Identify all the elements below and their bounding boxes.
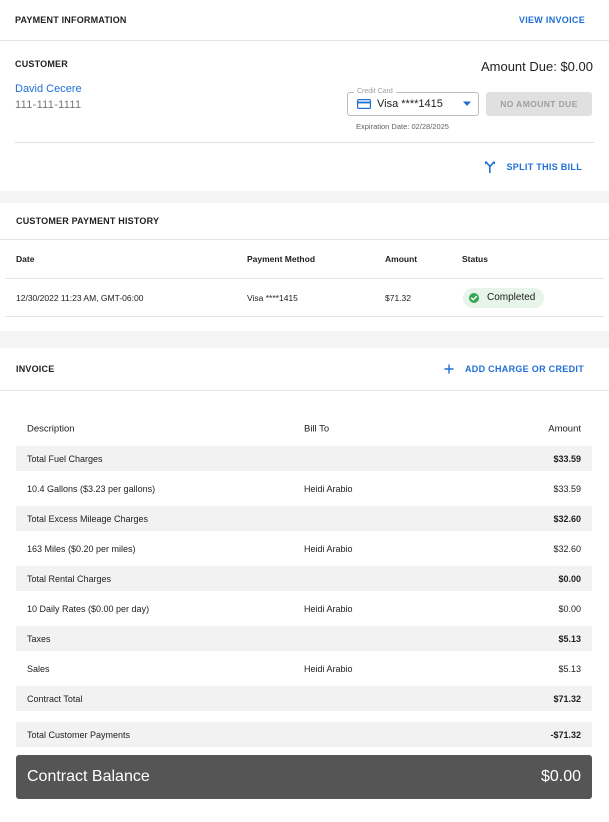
credit-card-value: Visa ****1415 (377, 98, 443, 110)
invoice-table-header: Description Bill To Amount (16, 411, 592, 446)
row-spacer (16, 711, 592, 722)
column-header-amount: Amount (385, 254, 418, 264)
row-description: 163 Miles ($0.20 per miles) (27, 543, 136, 554)
row-description: Sales (27, 663, 50, 674)
table-header-row: Date Payment Method Amount Status (5, 240, 604, 279)
split-bill-button[interactable]: SPLIT THIS BILL (507, 162, 583, 172)
invoice-item-row: Sales Heidi Arabio $5.13 (16, 651, 592, 686)
row-description: 10.4 Gallons ($3.23 per gallons) (27, 483, 156, 494)
expiration-date: Expiration Date: 02/28/2025 (356, 122, 449, 131)
row-amount: -$71.32 (550, 729, 581, 740)
add-charge-label: ADD CHARGE OR CREDIT (464, 364, 584, 374)
view-invoice-link[interactable]: VIEW INVOICE (519, 15, 585, 25)
plus-icon (444, 364, 454, 374)
payment-information-header: PAYMENT INFORMATION VIEW INVOICE (0, 0, 609, 41)
payment-information-title: PAYMENT INFORMATION (15, 15, 127, 25)
row-amount: $32.60 (553, 513, 581, 524)
amount-due: Amount Due: $0.00 (480, 59, 593, 74)
row-description: 10 Daily Rates ($0.00 per day) (27, 603, 150, 614)
row-amount: $5.13 (558, 663, 581, 674)
row-description: Total Fuel Charges (27, 453, 103, 464)
check-circle-icon (469, 292, 479, 303)
payment-date: 12/30/2022 11:23 AM, GMT-06:00 (16, 292, 144, 303)
invoice-card: INVOICE ADD CHARGE OR CREDIT Description… (0, 348, 609, 822)
divider (15, 142, 594, 143)
contract-balance-label: Contract Balance (27, 768, 150, 785)
invoice-group-row: Total Fuel Charges $33.59 (16, 446, 592, 471)
caret-down-icon (462, 101, 472, 107)
customer-section: CUSTOMER David Cecere 111-111-1111 Amoun… (0, 41, 609, 143)
invoice-item-row: 163 Miles ($0.20 per miles) Heidi Arabio… (16, 531, 592, 566)
invoice-group-row: Total Rental Charges $0.00 (16, 566, 592, 591)
column-header-amount: Amount (548, 423, 581, 434)
row-amount: $33.59 (553, 453, 581, 464)
column-header-payment-method: Payment Method (247, 254, 316, 264)
invoice-item-row: 10 Daily Rates ($0.00 per day) Heidi Ara… (16, 591, 592, 626)
row-bill-to: Heidi Arabio (304, 543, 353, 554)
payment-history-card: CUSTOMER PAYMENT HISTORY Date Payment Me… (0, 203, 609, 331)
invoice-title: INVOICE (16, 364, 55, 374)
split-icon (484, 161, 496, 173)
credit-card-label: Credit Card (354, 87, 396, 97)
invoice-item-row: 10.4 Gallons ($3.23 per gallons) Heidi A… (16, 471, 592, 506)
customer-payments-row: Total Customer Payments -$71.32 (16, 722, 592, 747)
column-header-status: Status (462, 254, 488, 264)
row-amount: $0.00 (558, 603, 581, 614)
row-amount: $33.59 (553, 483, 581, 494)
payment-method: Visa ****1415 (247, 292, 298, 303)
row-bill-to: Heidi Arabio (304, 603, 353, 614)
column-header-date: Date (16, 254, 35, 264)
row-amount: $0.00 (558, 573, 581, 584)
invoice-group-row: Total Excess Mileage Charges $32.60 (16, 506, 592, 531)
row-amount: $5.13 (558, 633, 581, 644)
status-text: Completed (487, 292, 536, 303)
credit-card-icon (357, 99, 371, 109)
split-bill-row: SPLIT THIS BILL (0, 143, 609, 191)
row-description: Total Excess Mileage Charges (27, 513, 149, 524)
contract-total-row: Contract Total $71.32 (16, 686, 592, 711)
row-description: Contract Total (27, 693, 83, 704)
customer-label: CUSTOMER (15, 59, 68, 69)
payment-history-title: CUSTOMER PAYMENT HISTORY (16, 216, 160, 226)
invoice-table: Description Bill To Amount Total Fuel Ch… (16, 411, 592, 747)
row-description: Taxes (27, 633, 51, 644)
row-amount: $71.32 (553, 693, 581, 704)
status-badge: Completed (463, 287, 545, 308)
row-bill-to: Heidi Arabio (304, 663, 353, 674)
column-header-bill-to: Bill To (304, 423, 330, 434)
row-description: Total Customer Payments (27, 729, 131, 740)
no-amount-due-button[interactable]: NO AMOUNT DUE (486, 92, 592, 116)
credit-card-select[interactable]: Credit Card Visa ****1415 (347, 87, 479, 116)
row-bill-to: Heidi Arabio (304, 483, 353, 494)
payment-amount: $71.32 (385, 292, 411, 303)
customer-name-link[interactable]: David Cecere (15, 83, 82, 95)
invoice-header: INVOICE ADD CHARGE OR CREDIT (0, 348, 609, 391)
invoice-group-row: Taxes $5.13 (16, 626, 592, 651)
payment-history-table: Date Payment Method Amount Status 12/30/… (0, 240, 609, 317)
table-row: 12/30/2022 11:23 AM, GMT-06:00 Visa ****… (5, 279, 604, 317)
add-charge-or-credit-button[interactable]: ADD CHARGE OR CREDIT (444, 364, 584, 374)
contract-balance-bar: Contract Balance $0.00 (16, 755, 592, 799)
row-description: Total Rental Charges (27, 573, 112, 584)
customer-phone: 111-111-1111 (15, 99, 82, 111)
row-amount: $32.60 (553, 543, 581, 554)
column-header-description: Description (27, 423, 75, 434)
contract-balance-value: $0.00 (540, 768, 581, 785)
payment-information-card: PAYMENT INFORMATION VIEW INVOICE CUSTOME… (0, 0, 609, 191)
payment-history-header: CUSTOMER PAYMENT HISTORY (0, 203, 609, 240)
